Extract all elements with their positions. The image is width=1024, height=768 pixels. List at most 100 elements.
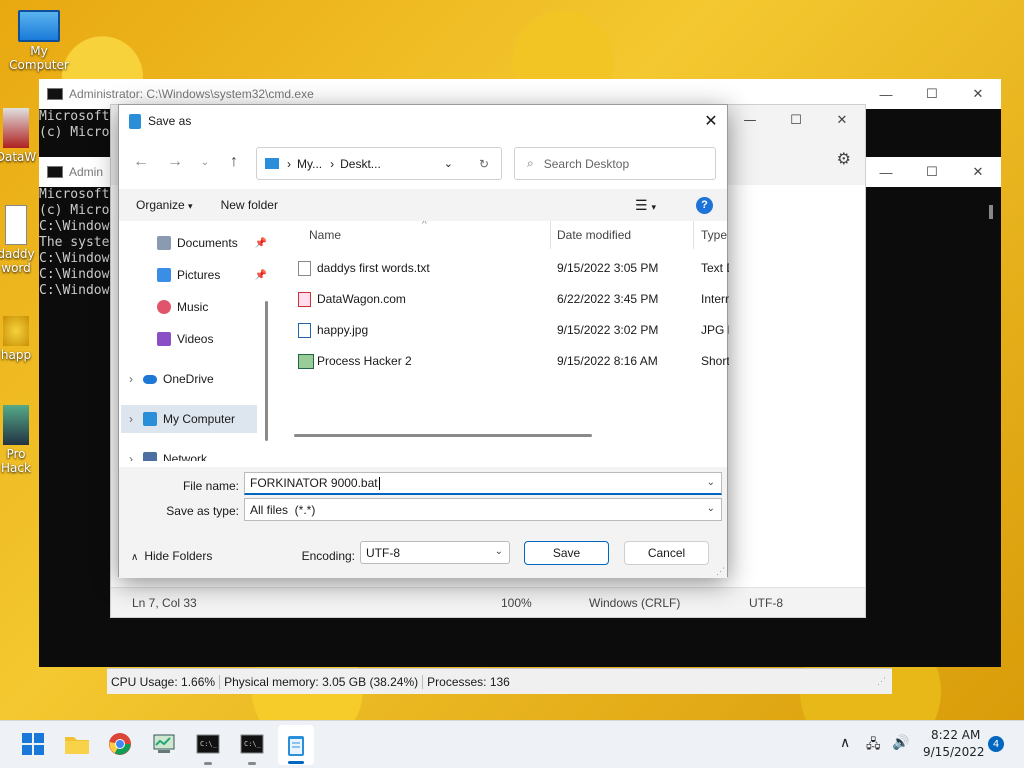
maximize-button[interactable]: ☐ <box>909 79 955 109</box>
hide-folders-button[interactable]: ∧ Hide Folders <box>131 549 212 563</box>
text-cursor <box>378 476 380 490</box>
file-row[interactable]: Process Hacker 2 9/15/2022 8:16 AM Short <box>274 347 729 375</box>
view-options-icon[interactable]: ☰ ▾ <box>635 197 656 214</box>
close-button[interactable]: ✕ <box>695 105 727 137</box>
cmd-taskbar-button-1[interactable]: C:\_ <box>195 731 221 765</box>
notepad-status-bar: Ln 7, Col 33 100% Windows (CRLF) UTF-8 <box>111 587 865 617</box>
file-explorer-button[interactable] <box>64 731 90 757</box>
volume-icon[interactable]: 🔊 <box>892 735 909 751</box>
desktop-icon-daddys-words[interactable]: daddy word <box>0 205 40 275</box>
clock-time[interactable]: 8:22 AM <box>931 728 980 742</box>
save-as-type-label: Save as type: <box>166 504 239 518</box>
refresh-icon[interactable]: ↻ <box>479 157 489 171</box>
cancel-button[interactable]: Cancel <box>624 541 709 565</box>
computer-icon <box>265 158 279 169</box>
notepad-icon <box>129 113 141 129</box>
chevron-down-icon[interactable]: ⌄ <box>707 503 715 514</box>
desktop-icon-label: DataW <box>0 150 37 164</box>
clock-date[interactable]: 9/15/2022 <box>923 745 985 759</box>
file-name: daddys first words.txt <box>317 261 430 275</box>
notepad-taskbar-button[interactable] <box>278 725 314 765</box>
save-as-dialog[interactable]: Save as ✕ ← → ⌄ ↑ › My... › Deskt... ⌄ ↻… <box>118 104 729 578</box>
file-row[interactable]: happy.jpg 9/15/2022 3:02 PM JPG F <box>274 316 729 344</box>
globe-shortcut-icon <box>3 108 29 148</box>
column-header-name[interactable]: Name <box>309 228 341 242</box>
process-hacker-button[interactable] <box>151 731 177 757</box>
chevron-up-icon[interactable]: ∧ <box>840 735 850 751</box>
dialog-title-bar[interactable]: Save as <box>119 105 727 137</box>
chrome-button[interactable] <box>107 731 133 757</box>
help-icon[interactable]: ? <box>696 196 713 214</box>
close-button[interactable]: ✕ <box>955 79 1001 109</box>
breadcrumb-item[interactable]: My... <box>297 157 322 171</box>
new-folder-button[interactable]: New folder <box>211 198 288 212</box>
desktop-icon-my-computer[interactable]: My Computer <box>1 10 77 72</box>
encoding-label: Encoding: <box>301 549 355 563</box>
chevron-down-icon[interactable]: ⌄ <box>707 477 715 488</box>
forward-arrow-icon[interactable]: → <box>165 153 185 171</box>
zoom-level: 100% <box>501 595 532 610</box>
cmd-title: Admin <box>69 165 104 179</box>
up-arrow-icon[interactable]: ↑ <box>224 153 244 171</box>
chevron-right-icon[interactable]: › <box>129 452 133 461</box>
encoding-select[interactable]: UTF-8 ⌄ <box>360 541 510 564</box>
horizontal-scrollbar[interactable] <box>294 434 592 437</box>
nav-item-documents[interactable]: Documents 📌 <box>157 229 267 257</box>
save-button[interactable]: Save <box>524 541 609 565</box>
back-arrow-icon[interactable]: ← <box>131 153 151 171</box>
address-bar[interactable]: › My... › Deskt... ⌄ ↻ <box>256 147 502 180</box>
file-row[interactable]: DataWagon.com 6/22/2022 3:45 PM Intern <box>274 285 729 313</box>
start-button[interactable] <box>20 731 46 757</box>
network-icon[interactable]: 🖧 <box>866 735 881 757</box>
hide-folders-label: Hide Folders <box>144 549 213 563</box>
minimize-button[interactable]: — <box>727 105 773 135</box>
file-name-input[interactable]: FORKINATOR 9000.bat ⌄ <box>244 472 722 495</box>
process-hacker-status-bar: CPU Usage: 1.66% Physical memory: 3.05 G… <box>107 668 892 694</box>
nav-item-videos[interactable]: Videos <box>157 325 213 353</box>
file-type: Short <box>701 354 729 368</box>
column-header-date[interactable]: Date modified <box>557 228 631 242</box>
nav-item-my-computer[interactable]: › My Computer <box>121 405 257 433</box>
cloud-icon <box>143 374 157 384</box>
pin-icon: 📌 <box>254 269 267 281</box>
resize-grip-icon[interactable]: ⋰ <box>716 566 725 577</box>
chevron-right-icon: › <box>330 156 335 171</box>
minimize-button[interactable]: — <box>863 157 909 187</box>
resize-grip-icon[interactable]: ⋰ <box>873 676 890 687</box>
recent-dropdown-icon[interactable]: ⌄ <box>195 157 215 168</box>
save-as-type-select[interactable]: All files (*.*) ⌄ <box>244 498 722 521</box>
file-row[interactable]: daddys first words.txt 9/15/2022 3:05 PM… <box>274 254 729 282</box>
breadcrumb-item[interactable]: Deskt... <box>340 157 381 171</box>
nav-item-network[interactable]: › Network <box>129 445 207 461</box>
chevron-right-icon[interactable]: › <box>129 372 133 386</box>
sort-ascending-icon: ^ <box>422 221 427 230</box>
chevron-down-icon[interactable]: ⌄ <box>444 157 453 170</box>
organize-button[interactable]: Organize ▾ <box>119 198 203 212</box>
desktop-icon-datawagon[interactable]: DataW <box>0 108 40 164</box>
minimize-button[interactable]: — <box>863 79 909 109</box>
cmd-taskbar-button-2[interactable]: C:\_ <box>239 731 265 765</box>
chevron-down-icon[interactable]: ⌄ <box>495 546 503 557</box>
close-button[interactable]: ✕ <box>819 105 865 135</box>
cmd-scrollbar[interactable] <box>989 205 993 219</box>
notification-badge[interactable]: 4 <box>988 736 1004 752</box>
chevron-right-icon[interactable]: › <box>129 412 133 426</box>
gear-icon[interactable]: ⚙ <box>837 149 851 168</box>
column-divider[interactable] <box>550 221 551 249</box>
file-type: JPG F <box>701 323 729 337</box>
maximize-button[interactable]: ☐ <box>909 157 955 187</box>
column-header-type[interactable]: Type <box>701 228 727 242</box>
line-ending: Windows (CRLF) <box>589 595 681 610</box>
close-button[interactable]: ✕ <box>955 157 1001 187</box>
windows-logo-icon <box>22 733 44 755</box>
running-indicator <box>204 762 212 765</box>
column-divider[interactable] <box>693 221 694 249</box>
nav-item-pictures[interactable]: Pictures 📌 <box>157 261 267 289</box>
maximize-button[interactable]: ☐ <box>773 105 819 135</box>
nav-item-music[interactable]: Music <box>157 293 208 321</box>
desktop-icon-process-hacker[interactable]: Pro Hack <box>0 405 40 475</box>
nav-item-onedrive[interactable]: › OneDrive <box>129 365 214 393</box>
nav-pane-scrollbar[interactable] <box>265 301 268 441</box>
desktop-icon-happy[interactable]: happ <box>0 316 40 362</box>
search-input[interactable]: ⌕ Search Desktop <box>514 147 716 180</box>
